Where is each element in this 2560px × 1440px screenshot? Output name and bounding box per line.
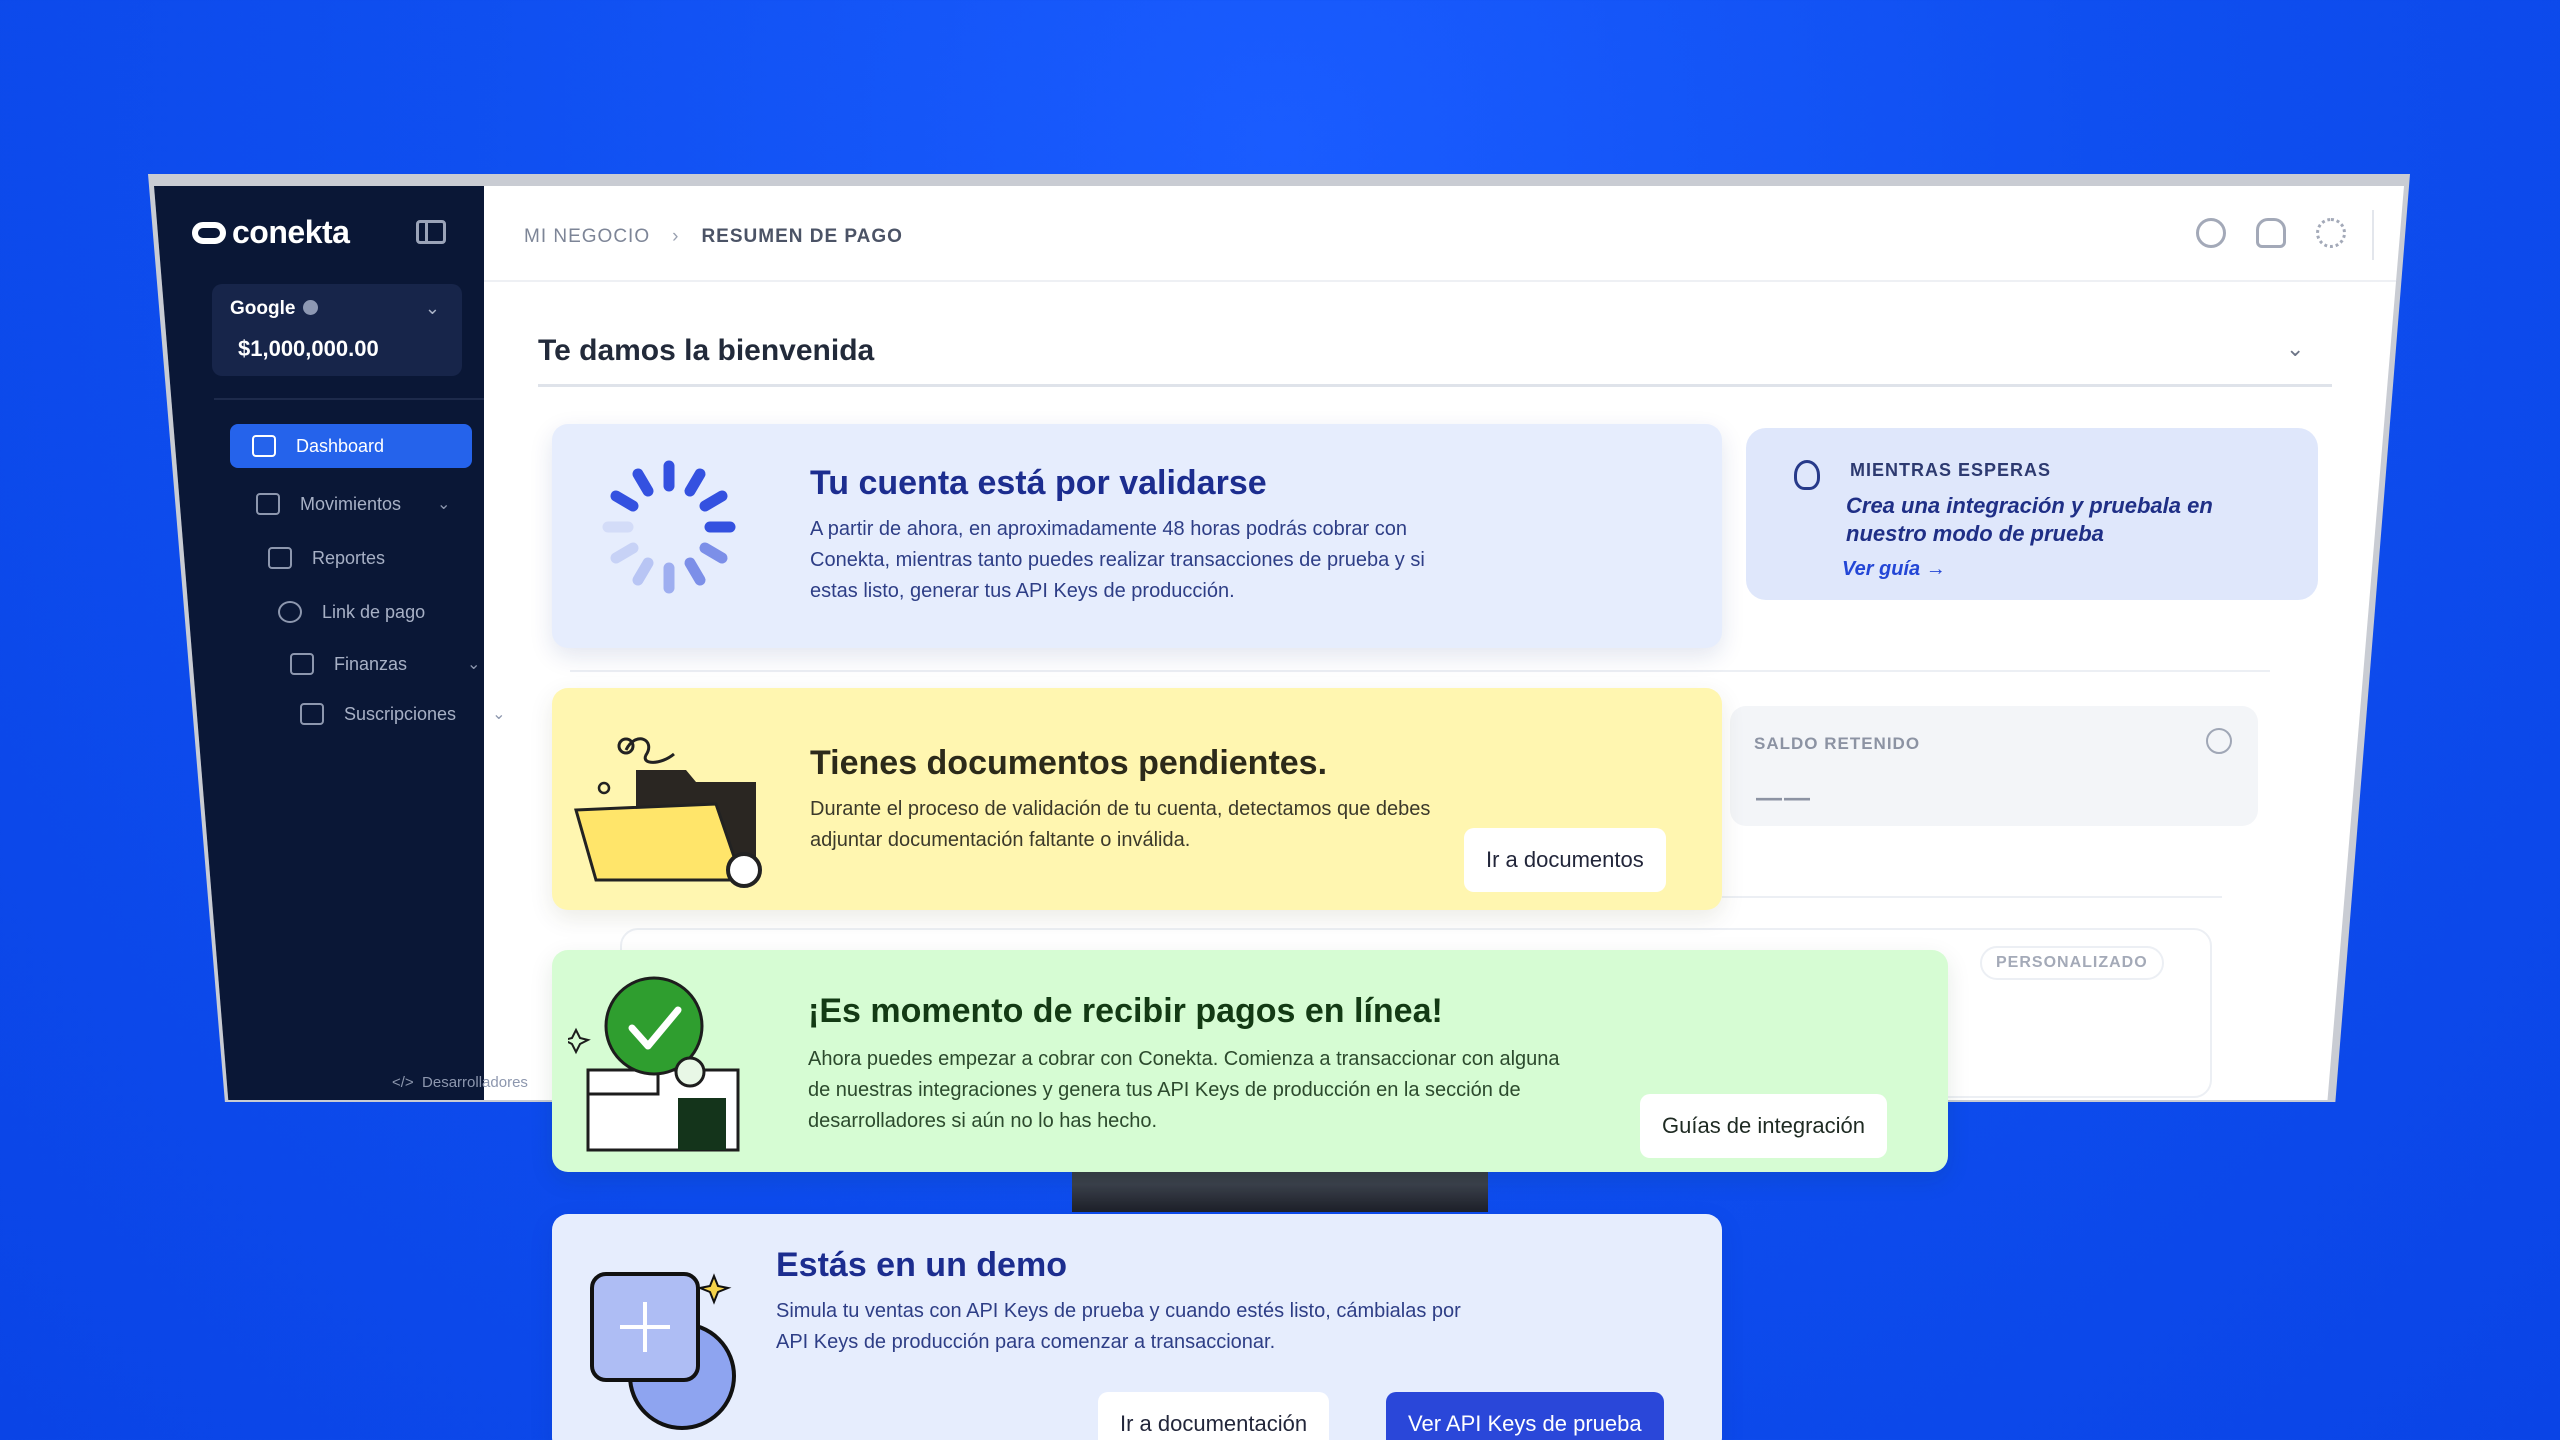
documents-card: Tienes documentos pendientes. Durante el… [552, 688, 1722, 910]
sidebar-item-label: Suscripciones [344, 703, 457, 724]
validation-title: Tu cuenta está por validarse [810, 464, 1267, 502]
chevron-down-icon: ⌄ [437, 496, 451, 513]
folder-illustration-icon [574, 737, 762, 888]
chart-icon [290, 653, 314, 675]
conekta-logo-icon [192, 221, 226, 244]
report-icon [268, 547, 292, 569]
info-icon[interactable] [2206, 728, 2232, 754]
demo-title: Estás en un demo [776, 1246, 1067, 1284]
breadcrumb-item[interactable]: MI NEGOCIO [524, 226, 650, 247]
waiting-title: Crea una integración y pruebala en nuest… [1846, 493, 2213, 546]
dashboard-icon [252, 435, 276, 457]
filter-chip-personalizado[interactable]: PERSONALIZADO [1980, 946, 2164, 980]
sidebar-item-label: Reportes [312, 547, 386, 568]
sidebar-item-dashboard[interactable]: Dashboard [230, 424, 472, 468]
sidebar-item-finanzas[interactable]: Finanzas ⌄ [290, 642, 480, 686]
top-bar: MI NEGOCIO›RESUMEN DE PAGO JM ⌄ [484, 186, 2404, 282]
sidebar-item-label: Movimientos [300, 493, 402, 514]
breadcrumb: MI NEGOCIO › RESUMEN DE PAGO [524, 226, 903, 248]
demo-body: Simula tu ventas con API Keys de prueba … [776, 1300, 1461, 1353]
api-cube-illustration-icon [590, 1272, 736, 1430]
sidebar-collapse-icon[interactable] [416, 220, 446, 244]
sidebar-item-movimientos[interactable]: Movimientos ⌄ [256, 482, 450, 526]
header-divider [2372, 210, 2374, 260]
breadcrumb-current: RESUMEN DE PAGO [701, 226, 903, 247]
validation-body: A partir de ahora, en aproximadamente 48… [810, 518, 1425, 602]
sidebar: conekta Google ⌄ $1,000,000.00 Dashboard… [154, 186, 528, 1100]
sidebar-item-reportes[interactable]: Reportes [268, 536, 385, 580]
chevron-down-icon: ⌄ [492, 706, 506, 723]
wallet-icon [256, 493, 280, 515]
account-name: Google [230, 298, 296, 319]
loading-spinner-icon [602, 460, 736, 594]
page-title: Te damos la bienvenida [538, 334, 875, 367]
demo-card: Estás en un demo Simula tu ventas con AP… [552, 1214, 1722, 1440]
sidebar-divider [214, 398, 484, 400]
chevron-down-icon[interactable]: ⌄ [2286, 336, 2304, 362]
checkmark-illustration-icon [568, 976, 740, 1152]
headset-icon[interactable] [2196, 218, 2226, 248]
conekta-logo[interactable]: conekta [192, 214, 350, 251]
validation-card: Tu cuenta está por validarse A partir de… [552, 424, 1722, 648]
sidebar-item-link-de-pago[interactable]: Link de pago [278, 590, 425, 634]
logo-text: conekta [232, 214, 350, 250]
divider [1722, 896, 2222, 898]
payments-card: ¡Es momento de recibir pagos en línea! A… [552, 950, 1948, 1172]
sidebar-item-label: Finanzas [334, 653, 408, 674]
users-icon [300, 703, 324, 725]
go-to-docs-button[interactable]: Ir a documentación [1098, 1392, 1330, 1440]
gear-icon[interactable] [2316, 218, 2346, 248]
divider [570, 670, 2270, 672]
info-icon [303, 300, 319, 315]
waiting-card: MIENTRAS ESPERAS Crea una integración y … [1746, 428, 2318, 600]
sidebar-item-label: Desarrolladores [422, 1074, 528, 1091]
go-to-documents-button[interactable]: Ir a documentos [1464, 828, 1666, 892]
sidebar-item-label: Dashboard [296, 435, 385, 456]
lightbulb-icon [1794, 460, 1820, 490]
sidebar-item-label: Link de pago [322, 601, 426, 622]
documents-body: Durante el proceso de validación de tu c… [810, 798, 1431, 851]
chevron-right-icon: › [672, 226, 680, 247]
guide-link[interactable]: Ver guía → [1842, 558, 1946, 581]
section-divider [538, 384, 2332, 387]
bell-icon[interactable] [2256, 218, 2286, 248]
waiting-eyebrow: MIENTRAS ESPERAS [1850, 460, 2052, 480]
sidebar-item-developers[interactable]: </> Desarrolladores [392, 1074, 528, 1091]
saldo-retenido-label: SALDO RETENIDO [1754, 734, 1921, 753]
code-icon: </> [392, 1074, 414, 1091]
link-icon [278, 601, 302, 623]
account-name-row: Google [230, 298, 319, 320]
view-test-api-keys-button[interactable]: Ver API Keys de prueba [1386, 1392, 1664, 1440]
account-selector[interactable]: Google ⌄ $1,000,000.00 [212, 284, 462, 376]
payments-body: Ahora puedes empezar a cobrar con Conekt… [808, 1048, 1560, 1132]
saldo-retenido-value: —— [1756, 782, 1812, 812]
saldo-retenido-card: SALDO RETENIDO —— [1730, 706, 2258, 826]
chevron-down-icon: ⌄ [424, 298, 440, 318]
chevron-down-icon: ⌄ [467, 656, 481, 673]
integration-guides-button[interactable]: Guías de integración [1640, 1094, 1888, 1158]
payments-title: ¡Es momento de recibir pagos en línea! [808, 992, 1443, 1030]
account-balance: $1,000,000.00 [238, 336, 379, 361]
sidebar-item-suscripciones[interactable]: Suscripciones ⌄ [300, 692, 505, 736]
documents-title: Tienes documentos pendientes. [810, 744, 1328, 782]
